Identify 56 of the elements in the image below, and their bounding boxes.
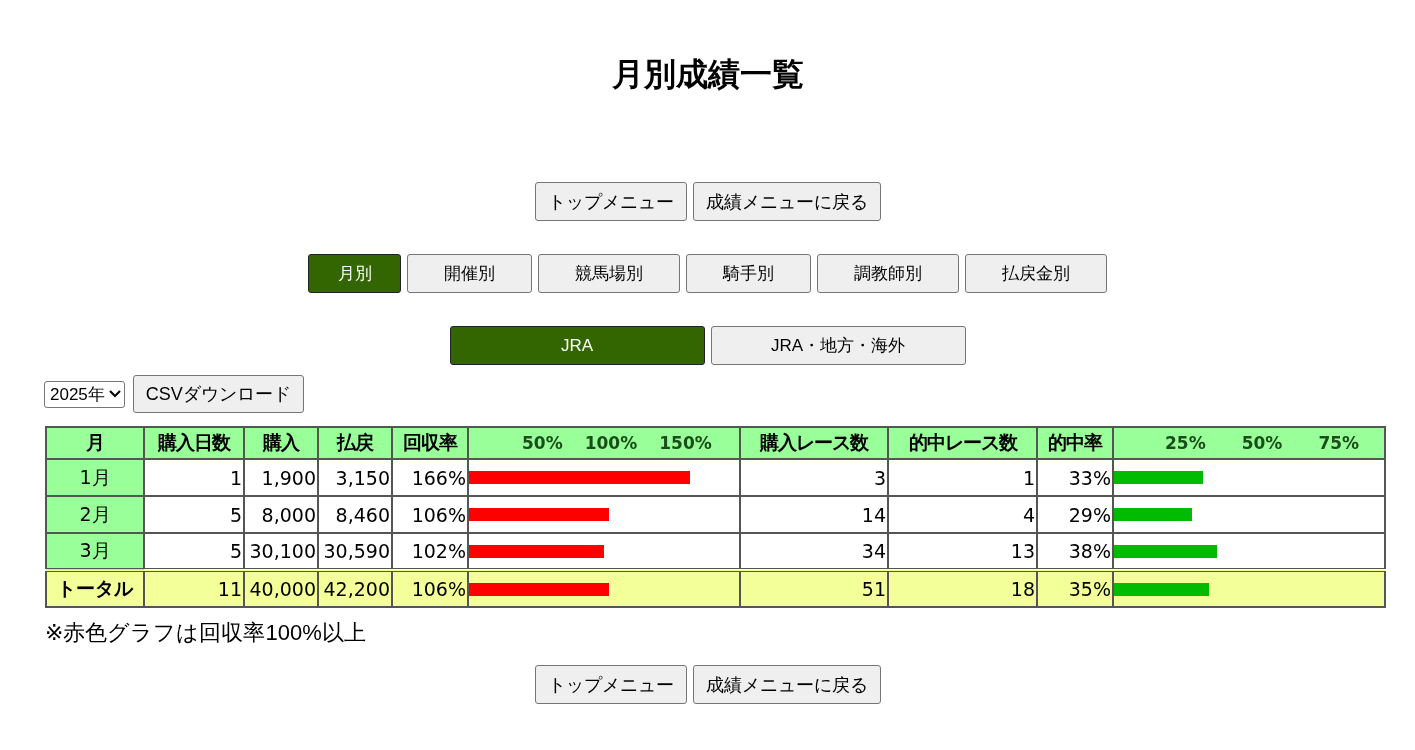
column-header: 払戻 [318,427,392,459]
year-select[interactable]: 2025年 [44,380,125,408]
table-cell: 5 [144,496,244,533]
tab[interactable]: 調教師別 [817,254,959,293]
table-cell: 51 [740,570,888,607]
table-cell: 29% [1037,496,1113,533]
table-cell: 8,000 [244,496,318,533]
table-cell: 14 [740,496,888,533]
column-header: 的中レース数 [888,427,1037,459]
scale-label: 50% [522,433,563,453]
tab[interactable]: 騎手別 [686,254,811,293]
table-cell: 3,150 [318,459,392,496]
scale-label: 150% [659,433,712,453]
page-title: 月別成績一覧 [610,55,805,94]
table-cell: 1 [144,459,244,496]
column-header: 購入 [244,427,318,459]
chevron-down-icon [108,390,121,398]
tab[interactable]: 払戻金別 [965,254,1107,293]
menu-button[interactable]: トップメニュー [534,665,687,704]
column-header: 的中率 [1037,427,1113,459]
menu-button[interactable]: トップメニュー [534,182,687,221]
total-label: トータル [46,570,144,607]
table-cell: 3 [740,459,888,496]
table-cell: 11 [144,570,244,607]
scale-label: 100% [584,433,638,453]
table-cell: 42,200 [318,570,392,607]
tab[interactable]: JRA・地方・海外 [710,326,966,365]
table-cell: 106% [392,570,468,607]
table-cell: 33% [1037,459,1113,496]
table-cell: 18 [888,570,1037,607]
table-cell: 35% [1037,570,1113,607]
scale-label: 25% [1165,433,1206,453]
month-cell: 1月 [46,459,144,496]
tab[interactable]: 月別 [308,254,401,293]
menu-button[interactable]: 成績メニューに戻る [692,665,881,704]
column-header: 月 [46,427,144,459]
menu-button[interactable]: 成績メニューに戻る [692,182,881,221]
table-cell: 4 [888,496,1037,533]
tab[interactable]: 開催別 [407,254,532,293]
month-cell: 2月 [46,496,144,533]
tab[interactable]: JRA [449,326,705,365]
table-cell: 1 [888,459,1037,496]
column-header: 購入日数 [144,427,244,459]
month-cell: 3月 [46,533,144,570]
table-cell: 106% [392,496,468,533]
scale-label: 50% [1241,433,1283,453]
tab[interactable]: 競馬場別 [538,254,680,293]
column-header: 回収率 [392,427,468,459]
scale-label: 75% [1318,433,1360,453]
table-cell: 1,900 [244,459,318,496]
footnote: ※赤色グラフは回収率100%以上 [45,619,367,647]
table-cell: 8,460 [318,496,392,533]
column-header: 購入レース数 [740,427,888,459]
csv-download-button[interactable]: CSVダウンロード [132,375,304,413]
table-cell: 166% [392,459,468,496]
table-cell: 40,000 [244,570,318,607]
